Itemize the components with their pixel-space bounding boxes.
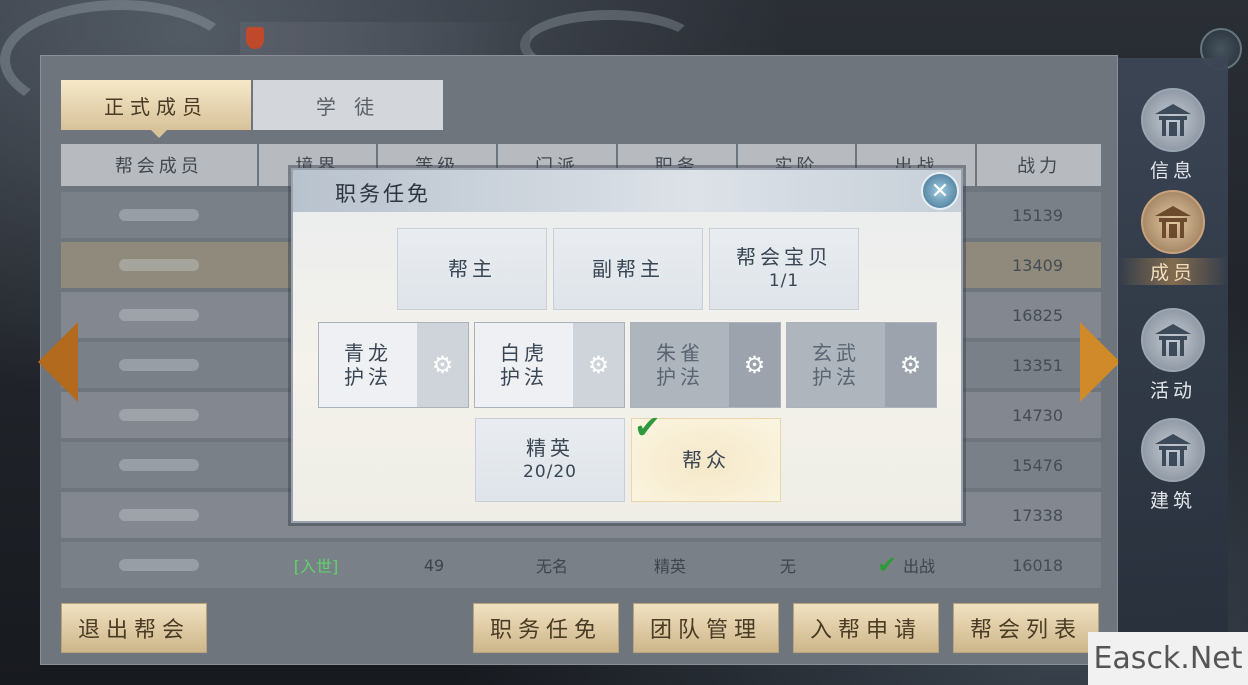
role-baihu-button[interactable]: 白虎 护法 ⚙ bbox=[474, 322, 625, 408]
power-value: 13351 bbox=[1012, 355, 1063, 375]
tab-apprentices[interactable]: 学 徒 bbox=[253, 80, 443, 130]
header-member[interactable]: 帮会成员 bbox=[61, 144, 257, 186]
rank-value: 无 bbox=[779, 557, 796, 576]
check-icon: ✔ bbox=[876, 551, 898, 579]
guild-name-strip bbox=[240, 22, 530, 56]
role-label: 帮主 bbox=[448, 257, 496, 281]
pavilion-icon bbox=[1141, 308, 1205, 372]
member-name bbox=[119, 209, 199, 221]
role-label: 副帮主 bbox=[592, 257, 664, 281]
member-name bbox=[119, 509, 199, 521]
watermark: Easck.Net bbox=[1088, 632, 1248, 685]
sidebar-label-members: 成员 bbox=[1118, 258, 1228, 285]
role-zhuque-button[interactable]: 朱雀 护法 ⚙ bbox=[630, 322, 781, 408]
appoint-button[interactable]: 职务任免 bbox=[473, 603, 619, 653]
role-elite-button[interactable]: 精英 20/20 bbox=[475, 418, 625, 502]
check-icon: ✔ bbox=[634, 408, 665, 446]
pavilion-icon bbox=[1141, 88, 1205, 152]
role-xuanwu-button[interactable]: 玄武 护法 ⚙ bbox=[786, 322, 937, 408]
prev-page-arrow-icon[interactable] bbox=[38, 322, 78, 402]
power-value: 13409 bbox=[1012, 255, 1063, 275]
member-name bbox=[119, 459, 199, 471]
role-count: 1/1 bbox=[768, 271, 800, 291]
sidebar-label-building: 建筑 bbox=[1149, 490, 1196, 512]
quit-guild-button[interactable]: 退出帮会 bbox=[61, 603, 207, 653]
role-count: 20/20 bbox=[523, 462, 577, 482]
gear-icon[interactable]: ⚙ bbox=[729, 323, 780, 407]
sidebar-item-building[interactable]: 建筑 bbox=[1118, 418, 1228, 513]
level-value: 49 bbox=[423, 555, 445, 575]
member-name bbox=[119, 409, 199, 421]
sidebar-label-info: 信息 bbox=[1149, 160, 1196, 182]
appointment-dialog: 职务任免 ✕ 帮主 副帮主 帮会宝贝 1/1 青龙 护法 ⚙ 白虎 护法 ⚙ 朱雀护… bbox=[291, 168, 963, 523]
power-value: 16018 bbox=[1012, 555, 1063, 575]
realm-value: [入世] bbox=[293, 557, 339, 576]
dialog-header: 职务任免 ✕ bbox=[293, 170, 961, 212]
right-sidebar: 信息 成员 活动 建筑 bbox=[1118, 58, 1228, 638]
member-name bbox=[119, 259, 199, 271]
sidebar-item-info[interactable]: 信息 bbox=[1118, 88, 1228, 183]
role-member-button[interactable]: ✔ 帮众 bbox=[631, 408, 781, 502]
role-label: 精英 bbox=[526, 436, 574, 460]
battle-label: 出战 bbox=[903, 557, 936, 576]
role-label: 帮众 bbox=[682, 448, 730, 472]
school-value: 无名 bbox=[535, 557, 568, 576]
role-leader-button[interactable]: 帮主 bbox=[397, 228, 547, 310]
pavilion-icon bbox=[1141, 418, 1205, 482]
power-value: 15476 bbox=[1012, 455, 1063, 475]
pavilion-icon bbox=[1141, 190, 1205, 254]
power-value: 17338 bbox=[1012, 505, 1063, 525]
battle-cell[interactable]: ✔ 出战 bbox=[847, 542, 965, 588]
member-name bbox=[119, 309, 199, 321]
guild-shield-icon bbox=[246, 27, 264, 49]
sidebar-item-activity[interactable]: 活动 bbox=[1118, 308, 1228, 403]
gear-icon[interactable]: ⚙ bbox=[573, 323, 624, 407]
guild-list-button[interactable]: 帮会列表 bbox=[953, 603, 1099, 653]
close-icon[interactable]: ✕ bbox=[921, 172, 959, 210]
header-power[interactable]: 战力 bbox=[977, 144, 1101, 186]
role-label: 帮会宝贝 bbox=[736, 245, 832, 269]
role-qinglong-button[interactable]: 青龙 护法 ⚙ bbox=[318, 322, 469, 408]
role-label: 玄武 护法 bbox=[787, 323, 885, 407]
gear-icon[interactable]: ⚙ bbox=[417, 323, 468, 407]
join-apply-button[interactable]: 入帮申请 bbox=[793, 603, 939, 653]
position-value: 精英 bbox=[653, 557, 686, 576]
tab-indicator bbox=[151, 130, 167, 138]
sidebar-label-activity: 活动 bbox=[1149, 380, 1196, 402]
role-label: 青龙 护法 bbox=[319, 323, 417, 407]
role-label: 朱雀 护法 bbox=[631, 323, 729, 407]
member-name bbox=[119, 359, 199, 371]
tab-official-members[interactable]: 正式成员 bbox=[61, 80, 251, 130]
role-vice-leader-button[interactable]: 副帮主 bbox=[553, 228, 703, 310]
role-treasure-button[interactable]: 帮会宝贝 1/1 bbox=[709, 228, 859, 310]
gear-icon[interactable]: ⚙ bbox=[885, 323, 936, 407]
role-label: 白虎 护法 bbox=[475, 323, 573, 407]
table-row[interactable]: [入世] 49 无名 精英 无 ✔ 出战 16018 bbox=[61, 542, 1101, 588]
member-name bbox=[119, 559, 199, 571]
power-value: 14730 bbox=[1012, 405, 1063, 425]
power-value: 15139 bbox=[1012, 205, 1063, 225]
dialog-title: 职务任免 bbox=[335, 182, 431, 206]
sidebar-item-members[interactable]: 成员 bbox=[1118, 190, 1228, 285]
next-page-arrow-icon[interactable] bbox=[1080, 322, 1120, 402]
power-value: 16825 bbox=[1012, 305, 1063, 325]
team-manage-button[interactable]: 团队管理 bbox=[633, 603, 779, 653]
